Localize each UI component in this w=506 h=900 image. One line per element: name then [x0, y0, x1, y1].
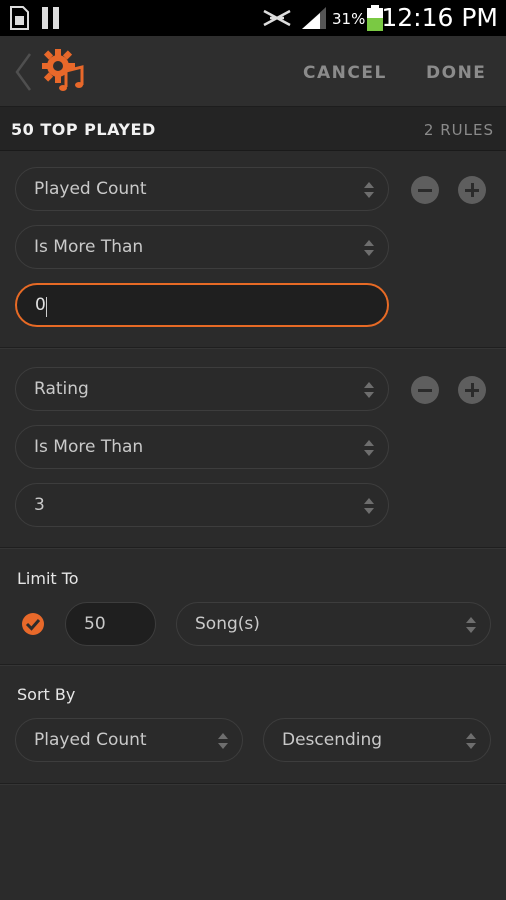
divider: [0, 664, 506, 665]
limit-unit-value: Song(s): [195, 614, 260, 634]
rule-1-value-text: 0: [35, 295, 46, 315]
gear-music-icon[interactable]: [42, 49, 86, 93]
sort-order-value: Descending: [282, 730, 383, 750]
rule-2-remove-button[interactable]: [411, 376, 439, 404]
select-arrows-icon: [364, 440, 374, 456]
select-arrows-icon: [466, 733, 476, 749]
select-arrows-icon: [364, 182, 374, 198]
select-arrows-icon: [364, 498, 374, 514]
rule-1-add-button[interactable]: [458, 176, 486, 204]
rule-1-operator-select[interactable]: Is More Than: [15, 225, 389, 269]
select-arrows-icon: [364, 240, 374, 256]
clock: 12:16 PM: [381, 3, 498, 32]
limit-count-value: 50: [84, 614, 106, 634]
rule-1-field-select[interactable]: Played Count: [15, 167, 389, 211]
sim-card-icon: [10, 6, 29, 30]
rule-2-value-select[interactable]: 3: [15, 483, 389, 527]
select-arrows-icon: [466, 617, 476, 633]
limit-label: Limit To: [17, 569, 79, 588]
status-bar: 31% 12:16 PM: [0, 0, 506, 36]
select-arrows-icon: [218, 733, 228, 749]
select-arrows-icon: [364, 382, 374, 398]
sort-field-select[interactable]: Played Count: [15, 718, 243, 762]
rule-1-operator-value: Is More Than: [34, 237, 144, 257]
rule-1-remove-button[interactable]: [411, 176, 439, 204]
divider: [0, 347, 506, 348]
rule-2-field-select[interactable]: Rating: [15, 367, 389, 411]
rule-2-field-value: Rating: [34, 379, 89, 399]
sort-order-select[interactable]: Descending: [263, 718, 491, 762]
divider: [0, 547, 506, 548]
playlist-header: 50 TOP PLAYED 2 RULES: [0, 107, 506, 151]
rules-count: 2 RULES: [423, 121, 494, 139]
pause-icon: [42, 7, 59, 29]
rule-2-value-text: 3: [34, 495, 45, 515]
battery-percent: 31%: [332, 10, 366, 28]
sort-label: Sort By: [17, 685, 76, 704]
no-signal-icon: [263, 9, 291, 27]
divider: [0, 783, 506, 784]
cancel-button[interactable]: CANCEL: [303, 63, 387, 83]
text-cursor: [46, 297, 47, 317]
checkmark-icon: [25, 619, 41, 631]
rule-1-field-value: Played Count: [34, 179, 147, 199]
rule-2-operator-select[interactable]: Is More Than: [15, 425, 389, 469]
done-button[interactable]: DONE: [426, 63, 486, 83]
limit-checkbox[interactable]: [22, 613, 44, 635]
action-bar: CANCEL DONE: [0, 36, 506, 107]
rule-2-add-button[interactable]: [458, 376, 486, 404]
rule-1-value-input[interactable]: 0: [15, 283, 389, 327]
signal-bars-icon: [302, 7, 326, 29]
limit-unit-select[interactable]: Song(s): [176, 602, 491, 646]
chevron-left-icon[interactable]: [12, 52, 34, 92]
playlist-title: 50 TOP PLAYED: [11, 120, 156, 139]
rule-2-operator-value: Is More Than: [34, 437, 144, 457]
sort-field-value: Played Count: [34, 730, 147, 750]
limit-count-input[interactable]: 50: [65, 602, 156, 646]
